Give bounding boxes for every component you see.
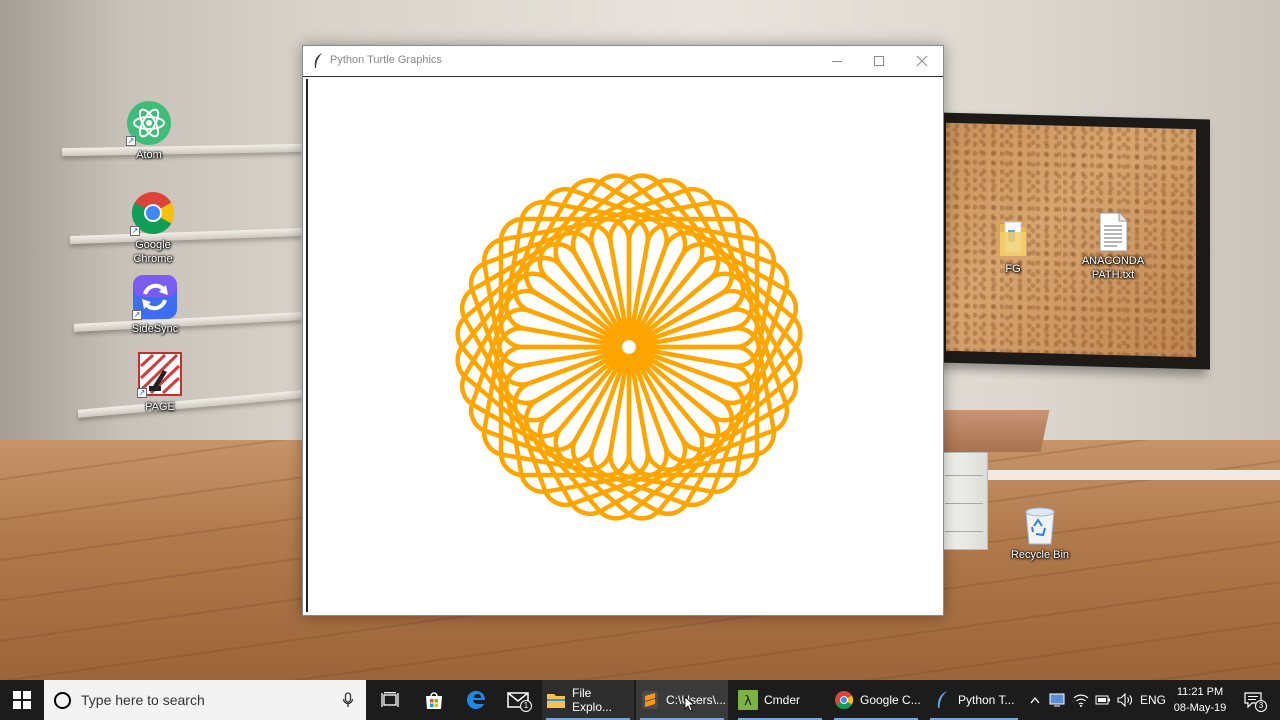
mail-button[interactable]: 1 [498, 680, 538, 720]
desktop-icon-label: PAGE [145, 401, 175, 413]
clock-date: 08-May-19 [1173, 702, 1227, 714]
desktop-icon-google-chrome[interactable]: ↗ Google Chrome [114, 190, 192, 266]
taskbar-app-cmder[interactable]: λ Cmder [734, 680, 826, 720]
tray-battery-icon[interactable] [1092, 680, 1114, 720]
tray-volume-icon[interactable] [1114, 680, 1136, 720]
show-hidden-icons-button[interactable] [1026, 680, 1044, 720]
store-button[interactable] [414, 680, 454, 720]
maximize-button[interactable] [856, 46, 901, 76]
action-center-button[interactable]: 3 [1238, 680, 1268, 720]
battery-icon [1095, 695, 1110, 705]
desktop-icon-atom[interactable]: ↗ Atom [110, 100, 188, 162]
close-button[interactable] [899, 46, 944, 76]
edge-button[interactable] [456, 680, 496, 720]
python-feather-icon [313, 53, 323, 69]
taskbar-app-python-turtle[interactable]: Python T... [926, 680, 1022, 720]
edge-icon [466, 690, 485, 709]
windows-logo-icon [13, 691, 31, 709]
recycle-bin-icon [1020, 504, 1060, 546]
file-explorer-icon [546, 690, 566, 710]
spirograph-drawing [455, 173, 803, 521]
sublime-icon [640, 690, 660, 710]
page-icon: ↗ [137, 352, 183, 398]
shortcut-arrow-icon: ↗ [130, 226, 140, 236]
taskbar-app-google-chrome[interactable]: Google C... [830, 680, 922, 720]
taskbar-app-file-explorer[interactable]: File Explo... [542, 680, 634, 720]
desktop-icon-fg[interactable]: FG [974, 218, 1052, 276]
desktop-icon-label: Recycle Bin [1010, 549, 1070, 561]
clock-time: 11:21 PM [1176, 686, 1224, 698]
desktop-icon-sidesync[interactable]: ↗ SideSync [116, 274, 194, 336]
close-icon [916, 55, 927, 67]
language-indicator[interactable]: ENG [1138, 680, 1168, 720]
desktop-icon-label: Atom [136, 149, 162, 161]
cortana-icon [54, 691, 71, 709]
text-file-icon [1097, 212, 1129, 252]
taskbar: Type here to search 1 File Explo... C:\U… [0, 680, 1280, 720]
wallpaper-cabinet [940, 452, 988, 550]
shortcut-arrow-icon: ↗ [126, 136, 136, 146]
desktop-icon-label: FG [1005, 263, 1021, 275]
desktop-icon-label: Google Chrome [133, 239, 173, 265]
taskbar-clock[interactable]: 11:21 PM 08-May-19 [1168, 684, 1232, 716]
tray-display-icon[interactable] [1046, 680, 1068, 720]
notification-count-badge: 3 [1255, 700, 1267, 712]
turtle-graphics-window[interactable]: Python Turtle Graphics [302, 45, 944, 616]
speaker-icon [1117, 693, 1132, 707]
cmder-icon: λ [738, 690, 758, 710]
desktop-icon-recycle-bin[interactable]: Recycle Bin [1001, 504, 1079, 562]
chrome-icon [834, 690, 854, 710]
atom-icon: ↗ [126, 100, 172, 146]
chrome-icon: ↗ [130, 190, 176, 236]
sidesync-icon: ↗ [132, 274, 178, 320]
minimize-button[interactable] [814, 46, 859, 76]
taskbar-app-label: Google C... [860, 693, 921, 707]
mail-badge: 1 [520, 700, 532, 712]
wallpaper-baseboard [940, 470, 1280, 480]
window-titlebar[interactable]: Python Turtle Graphics [303, 46, 943, 77]
desktop-icon-anaconda-path[interactable]: ANACONDA PATH.txt [1074, 212, 1152, 282]
monitor-icon [1049, 693, 1065, 707]
shortcut-arrow-icon: ↗ [132, 310, 142, 320]
taskbar-app-label: C:\Users\... [666, 693, 727, 707]
taskbar-app-label: File Explo... [572, 686, 613, 714]
taskbar-search-box[interactable]: Type here to search [44, 680, 366, 720]
chevron-up-icon [1030, 696, 1040, 703]
taskbar-app-label: Python T... [958, 693, 1015, 707]
search-placeholder: Type here to search [81, 692, 205, 708]
tray-wifi-icon[interactable] [1070, 680, 1092, 720]
svg-text:λ: λ [744, 694, 752, 709]
desktop-icon-page[interactable]: ↗ PAGE [121, 352, 199, 414]
taskbar-app-sublime[interactable]: C:\Users\... [636, 680, 728, 720]
maximize-icon [873, 56, 884, 66]
desktop-icon-label: SideSync [131, 323, 179, 335]
wallpaper-desk [935, 410, 1050, 452]
minimize-icon [831, 61, 842, 62]
desktop-icon-label: ANACONDA PATH.txt [1081, 255, 1145, 281]
microphone-icon[interactable] [342, 692, 354, 708]
taskbar-app-label: Cmder [764, 693, 801, 707]
wifi-icon [1073, 694, 1089, 707]
python-feather-icon [932, 690, 952, 710]
turtle-canvas[interactable] [306, 79, 940, 612]
task-view-button[interactable] [370, 680, 410, 720]
store-icon [426, 692, 442, 709]
task-view-icon [381, 692, 399, 707]
start-button[interactable] [0, 680, 44, 720]
folder-icon [996, 218, 1030, 260]
mouse-cursor-icon [684, 696, 696, 712]
shortcut-arrow-icon: ↗ [137, 388, 147, 398]
window-title: Python Turtle Graphics [330, 54, 442, 66]
